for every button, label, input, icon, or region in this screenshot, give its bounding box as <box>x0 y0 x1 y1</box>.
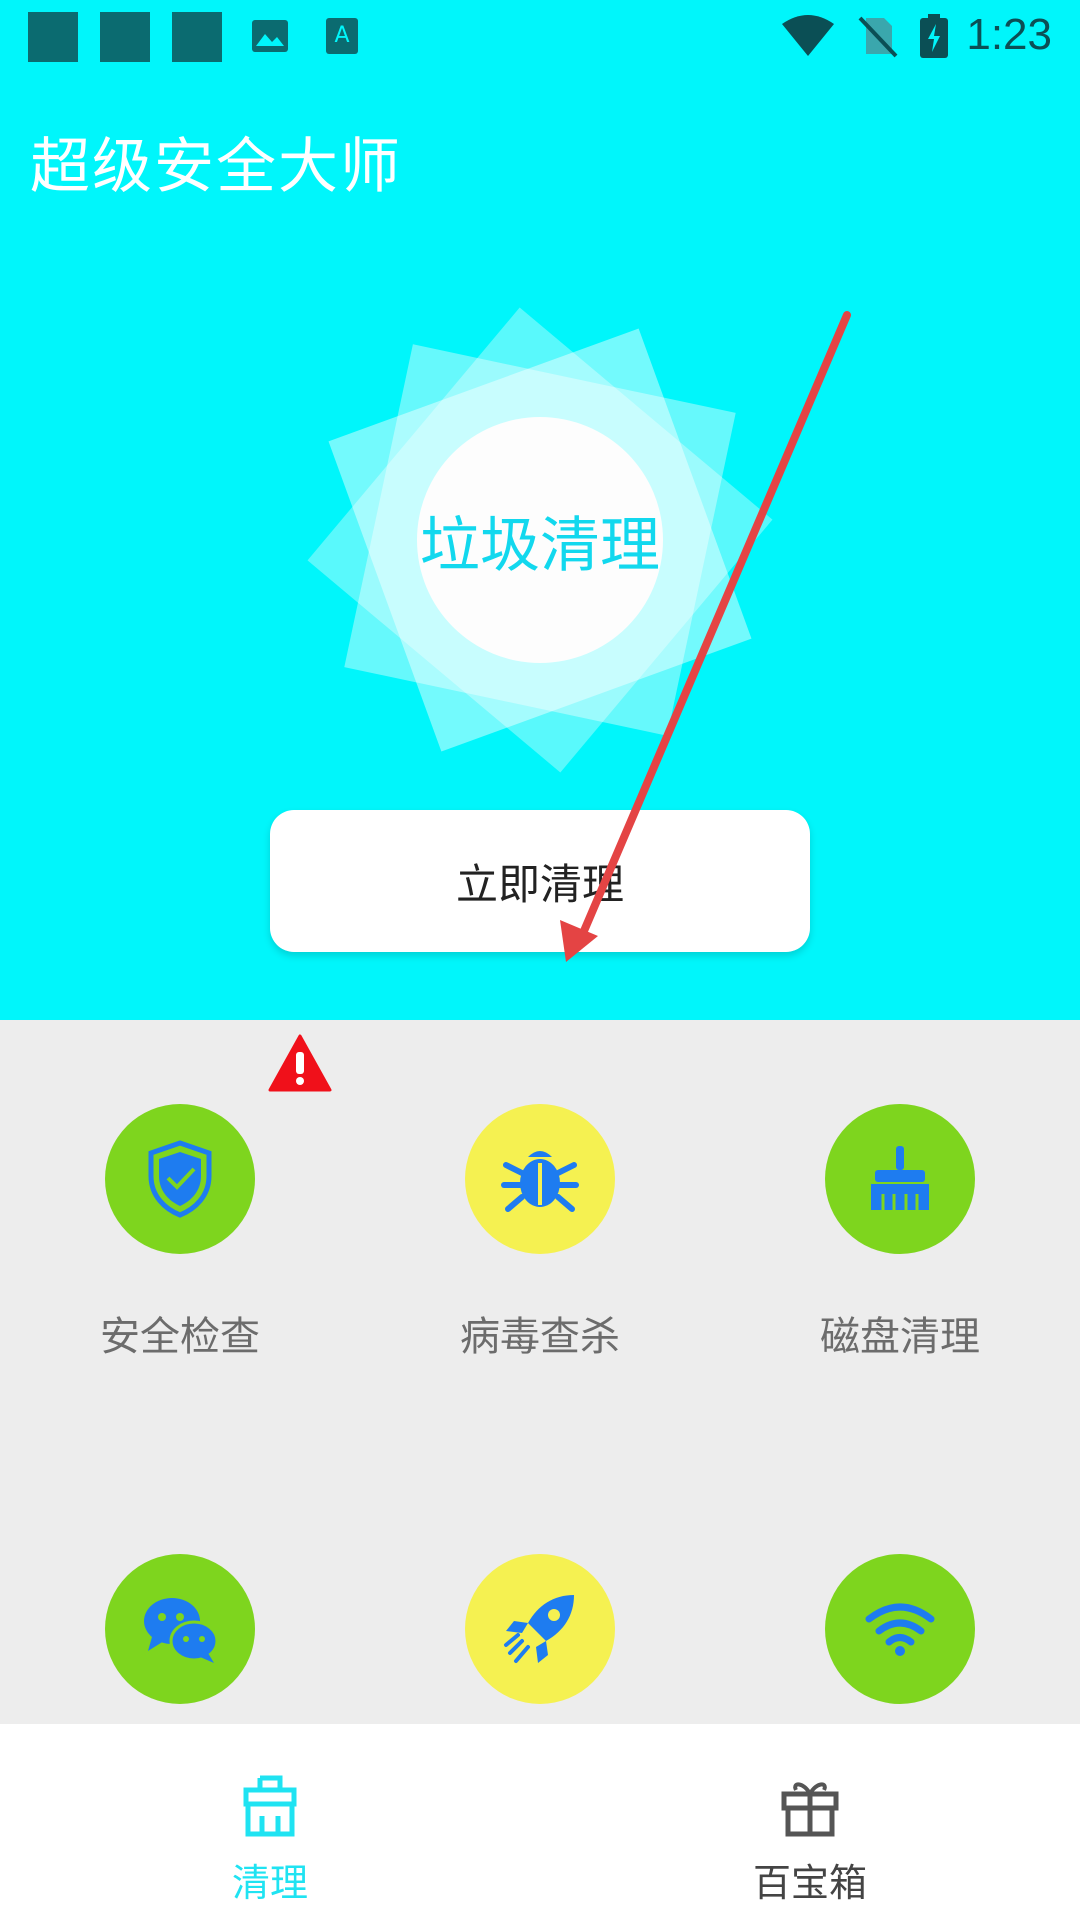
tool-label: 安全检查 <box>100 1314 260 1360</box>
tool-disk-clean[interactable]: 磁盘清理 <box>720 1104 1080 1362</box>
clock: 1:23 <box>966 10 1052 59</box>
tool-security-check[interactable]: 安全检查 <box>0 1104 360 1362</box>
tool-wechat-clean-circle <box>105 1554 255 1704</box>
font-icon: A <box>326 18 358 54</box>
nav-item-clean[interactable]: 清理 <box>0 1724 540 1920</box>
nav-item-toolbox[interactable]: 百宝箱 <box>540 1724 1080 1920</box>
tool-label: 病毒查杀 <box>460 1314 620 1360</box>
shield-check-icon <box>148 1140 212 1218</box>
bottom-nav: 清理 百宝箱 <box>0 1724 1080 1920</box>
image-icon <box>252 20 288 52</box>
tool-virus-scan[interactable]: 病毒查杀 <box>360 1104 720 1362</box>
status-bar: A 1:23 <box>0 0 1080 76</box>
tool-wifi-check-circle <box>825 1554 975 1704</box>
tool-speed-up-circle <box>465 1554 615 1704</box>
notification-square-icon <box>100 12 150 62</box>
svg-text:A: A <box>334 23 349 48</box>
junk-clean-dial[interactable]: 垃圾清理 <box>290 290 790 790</box>
battery-charging-icon <box>920 14 948 58</box>
hero-section: A 1:23 超级安全大师 垃圾清理 立即清理 <box>0 0 1080 1020</box>
no-sim-icon <box>858 16 898 58</box>
notification-square-icon <box>172 12 222 62</box>
rocket-icon <box>504 1595 574 1663</box>
wifi-icon <box>865 1603 935 1656</box>
chat-icon <box>144 1598 219 1663</box>
bug-icon <box>501 1151 579 1212</box>
tool-virus-scan-circle <box>465 1104 615 1254</box>
tool-label: 磁盘清理 <box>820 1314 980 1360</box>
gift-icon <box>781 1782 839 1837</box>
dial-label: 垃圾清理 <box>420 510 660 581</box>
warning-icon <box>268 1034 332 1092</box>
clean-now-button[interactable]: 立即清理 <box>270 810 810 952</box>
notification-square-icon <box>28 12 78 62</box>
broom-icon <box>871 1146 929 1210</box>
tool-security-check-circle <box>105 1104 255 1254</box>
wifi-icon <box>782 15 834 56</box>
nav-label: 百宝箱 <box>752 1861 867 1905</box>
tool-disk-clean-circle <box>825 1104 975 1254</box>
broom-icon <box>243 1775 297 1837</box>
app-title: 超级安全大师 <box>30 132 402 202</box>
nav-label: 清理 <box>231 1861 308 1905</box>
